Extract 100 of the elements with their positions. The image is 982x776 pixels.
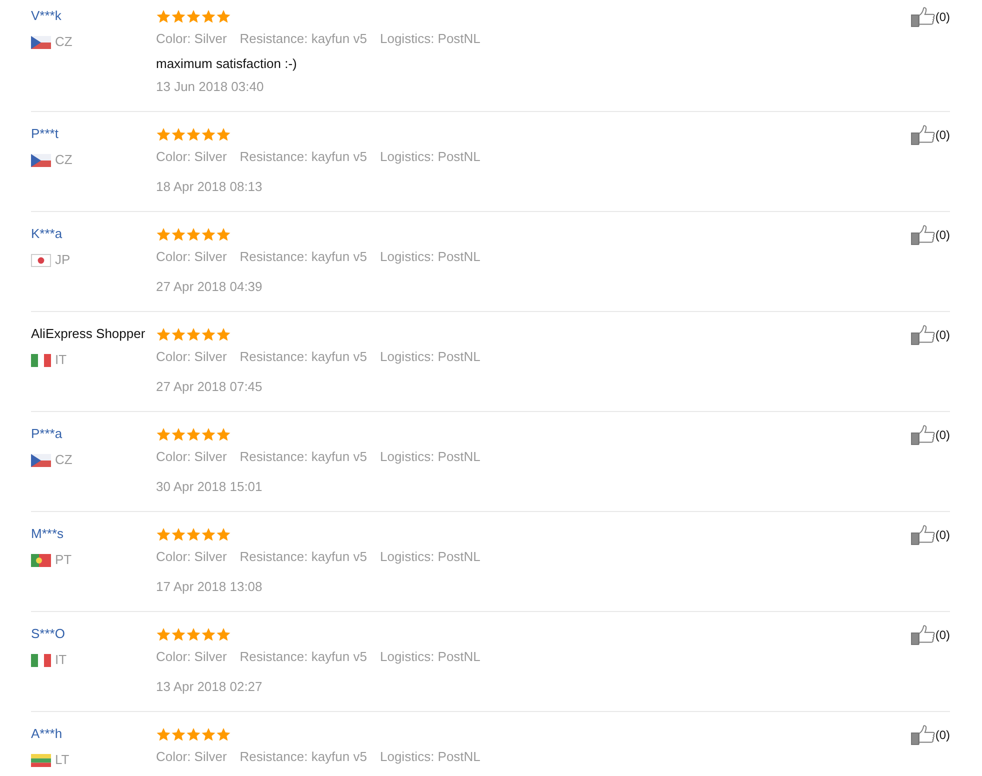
- portugal-flag-icon: [31, 554, 51, 566]
- star-icon: [186, 626, 201, 642]
- star-icon: [216, 726, 231, 742]
- reviewer-name-link[interactable]: V***k: [31, 8, 62, 23]
- review-date: 13 Jun 2018 03:40: [156, 78, 265, 96]
- czech-flag-icon: [31, 154, 51, 166]
- star-icon: [156, 726, 171, 742]
- review-date: 30 Apr 2018 15:01: [156, 478, 264, 496]
- star-icon: [216, 226, 231, 242]
- japan-flag-icon: [31, 254, 51, 266]
- thumbs-up-icon: [911, 525, 936, 545]
- reviewer-name-link[interactable]: S***O: [31, 626, 65, 641]
- like-button[interactable]: (0): [911, 225, 950, 245]
- reviewer-name-link[interactable]: P***t: [31, 126, 58, 141]
- product-attribute: Resistance: kayfun v5: [240, 548, 367, 566]
- italy-flag-icon: [31, 654, 51, 666]
- product-attribute: Logistics: PostNL: [380, 648, 480, 666]
- star-icon: [216, 526, 231, 542]
- product-attribute: Color: Silver: [156, 348, 227, 366]
- star-icon: [171, 8, 186, 24]
- like-button[interactable]: (0): [911, 625, 950, 645]
- star-icon: [156, 626, 171, 642]
- like-button[interactable]: (0): [911, 425, 950, 445]
- product-attribute: Resistance: kayfun v5: [240, 448, 367, 466]
- like-button[interactable]: (0): [911, 525, 950, 545]
- star-icon: [156, 226, 171, 242]
- star-icon: [186, 526, 201, 542]
- product-attribute: Logistics: PostNL: [380, 748, 480, 766]
- country-code: CZ: [55, 451, 72, 469]
- star-icon: [186, 326, 201, 342]
- reviewer-name-link[interactable]: P***a: [31, 426, 62, 441]
- reviewer-name-link[interactable]: A***h: [31, 726, 62, 741]
- product-attribute: Resistance: kayfun v5: [240, 648, 367, 666]
- like-button[interactable]: (0): [911, 7, 950, 27]
- review-date: 13 Apr 2018 02:27: [156, 678, 264, 696]
- star-icon: [186, 8, 201, 24]
- star-icon: [201, 326, 216, 342]
- star-icon: [171, 726, 186, 742]
- star-icon: [216, 326, 231, 342]
- product-attribute: Color: Silver: [156, 248, 227, 266]
- reviewer-name-link[interactable]: K***a: [31, 226, 62, 241]
- country-code: CZ: [55, 151, 72, 169]
- country-code: IT: [55, 351, 67, 369]
- lithuania-flag-icon: [31, 754, 51, 766]
- product-attribute: Resistance: kayfun v5: [240, 348, 367, 366]
- star-icon: [156, 126, 171, 142]
- thumbs-up-icon: [911, 7, 936, 27]
- star-icon: [171, 626, 186, 642]
- product-attribute: Color: Silver: [156, 748, 227, 766]
- country-code: CZ: [55, 33, 72, 51]
- star-icon: [171, 426, 186, 442]
- star-icon: [216, 626, 231, 642]
- star-icon: [171, 526, 186, 542]
- star-icon: [156, 426, 171, 442]
- product-attribute: Logistics: PostNL: [380, 348, 480, 366]
- product-attribute: Resistance: kayfun v5: [240, 748, 367, 766]
- country-code: LT: [55, 751, 70, 769]
- star-icon: [201, 226, 216, 242]
- country-code: IT: [55, 651, 67, 669]
- like-button[interactable]: (0): [911, 725, 950, 745]
- star-icon: [216, 426, 231, 442]
- star-icon: [186, 726, 201, 742]
- review-date: 17 Apr 2018 13:08: [156, 578, 264, 596]
- star-icon: [216, 8, 231, 24]
- product-attribute: Logistics: PostNL: [380, 30, 480, 48]
- star-icon: [156, 326, 171, 342]
- product-attribute: Resistance: kayfun v5: [240, 30, 367, 48]
- czech-flag-icon: [31, 454, 51, 466]
- country-code: PT: [55, 551, 72, 569]
- star-icon: [201, 726, 216, 742]
- italy-flag-icon: [31, 354, 51, 366]
- star-icon: [201, 126, 216, 142]
- star-icon: [216, 126, 231, 142]
- star-icon: [186, 426, 201, 442]
- review-date: 27 Apr 2018 04:39: [156, 278, 264, 296]
- product-attribute: Resistance: kayfun v5: [240, 148, 367, 166]
- thumbs-up-icon: [911, 625, 936, 645]
- product-attribute: Color: Silver: [156, 148, 227, 166]
- star-icon: [201, 8, 216, 24]
- product-attribute: Resistance: kayfun v5: [240, 248, 367, 266]
- reviewer-name-link[interactable]: M***s: [31, 526, 64, 541]
- review-date: 27 Apr 2018 07:45: [156, 378, 264, 396]
- product-attribute: Logistics: PostNL: [380, 548, 480, 566]
- thumbs-up-icon: [911, 125, 936, 145]
- star-icon: [171, 126, 186, 142]
- review-comment: maximum satisfaction :-): [156, 55, 298, 73]
- czech-flag-icon: [31, 36, 51, 48]
- star-icon: [201, 426, 216, 442]
- product-attribute: Color: Silver: [156, 30, 227, 48]
- product-attribute: Color: Silver: [156, 648, 227, 666]
- like-button[interactable]: (0): [911, 325, 950, 345]
- thumbs-up-icon: [911, 425, 936, 445]
- product-attribute: Color: Silver: [156, 448, 227, 466]
- like-button[interactable]: (0): [911, 125, 950, 145]
- thumbs-up-icon: [911, 725, 936, 745]
- thumbs-up-icon: [911, 225, 936, 245]
- star-icon: [156, 526, 171, 542]
- thumbs-up-icon: [911, 325, 936, 345]
- product-attribute: Logistics: PostNL: [380, 148, 480, 166]
- product-attribute: Color: Silver: [156, 548, 227, 566]
